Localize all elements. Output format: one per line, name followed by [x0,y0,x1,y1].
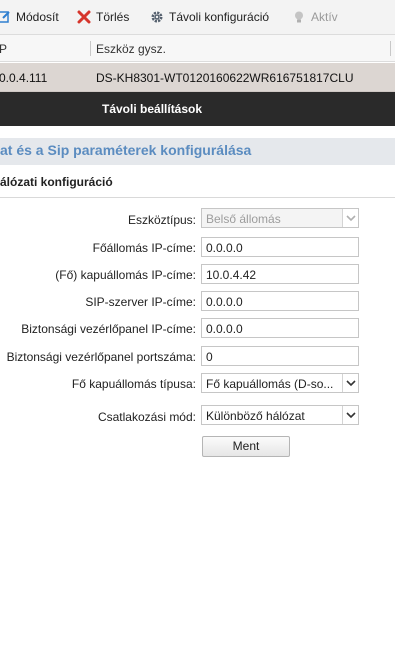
security-panel-ip-label: Biztonsági vezérlőpanel IP-címe: [21,322,196,336]
chevron-down-icon [342,406,358,424]
connection-mode-select[interactable]: Különböző hálózat [201,405,359,425]
column-header-serial[interactable]: Eszköz gysz. [96,42,166,56]
toolbar: Módosít Törlés Távoli konfiguráció Aktív [0,0,395,34]
sip-server-ip-label: SIP-szerver IP-címe: [85,295,196,309]
edit-icon [0,10,11,24]
device-type-select[interactable]: Belső állomás [201,208,359,228]
edit-label: Módosít [16,10,59,24]
connection-mode-value: Különböző hálózat [206,409,305,423]
gateway-type-select[interactable]: Fő kapuállomás (D-so... [201,373,359,393]
save-button[interactable]: Ment [202,436,290,457]
table-row[interactable]: 0.0.4.111 DS-KH8301-WT0120160622WR616751… [0,63,395,92]
master-ip-input[interactable]: 0.0.0.0 [201,237,359,257]
gateway-type-label: Fő kapuállomás típusa: [71,377,196,391]
divider [0,197,395,198]
delete-button[interactable]: Törlés [77,8,129,26]
dialog-title-bar[interactable]: Távoli beállítások [0,92,395,126]
column-header-ip[interactable]: P [0,42,7,56]
dialog-title: Távoli beállítások [102,102,203,116]
gateway-ip-input[interactable]: 10.0.4.42 [201,264,359,284]
cell-ip: 0.0.4.111 [0,71,48,85]
device-table-header: P Eszköz gysz. [0,34,395,62]
column-divider[interactable] [390,41,391,56]
connection-mode-label: Csatlakozási mód: [97,410,196,424]
delete-label: Törlés [96,10,130,24]
sip-server-ip-input[interactable]: 0.0.0.0 [201,291,359,311]
remote-config-label: Távoli konfiguráció [169,10,270,24]
master-ip-label: Főállomás IP-címe: [92,241,196,255]
edit-button[interactable]: Módosít [0,8,59,26]
device-type-value: Belső állomás [206,212,281,226]
security-panel-port-label: Biztonsági vezérlőpanel portszáma: [6,350,196,364]
device-type-label: Eszköztípus: [127,213,196,227]
cell-serial: DS-KH8301-WT0120160622WR616751817CLU [96,71,354,85]
gateway-type-value: Fő kapuállomás (D-so... [206,377,334,391]
security-panel-port-input[interactable]: 0 [201,346,359,366]
active-button[interactable]: Aktív [292,8,338,26]
remote-config-button[interactable]: Távoli konfiguráció [150,8,269,26]
column-divider[interactable] [90,41,91,56]
gear-icon [150,10,164,24]
section-header: at és a Sip paraméterek konfigurálása [0,138,395,165]
lightbulb-icon [292,10,306,24]
subsection-title: álózati konfiguráció [0,175,113,189]
chevron-down-icon [342,209,358,227]
delete-icon [77,10,91,24]
security-panel-ip-input[interactable]: 0.0.0.0 [201,318,359,338]
chevron-down-icon [342,374,358,392]
section-title: at és a Sip paraméterek konfigurálása [0,142,252,158]
active-label: Aktív [311,10,338,24]
gateway-ip-label: (Fő) kapuállomás IP-címe: [55,268,196,282]
